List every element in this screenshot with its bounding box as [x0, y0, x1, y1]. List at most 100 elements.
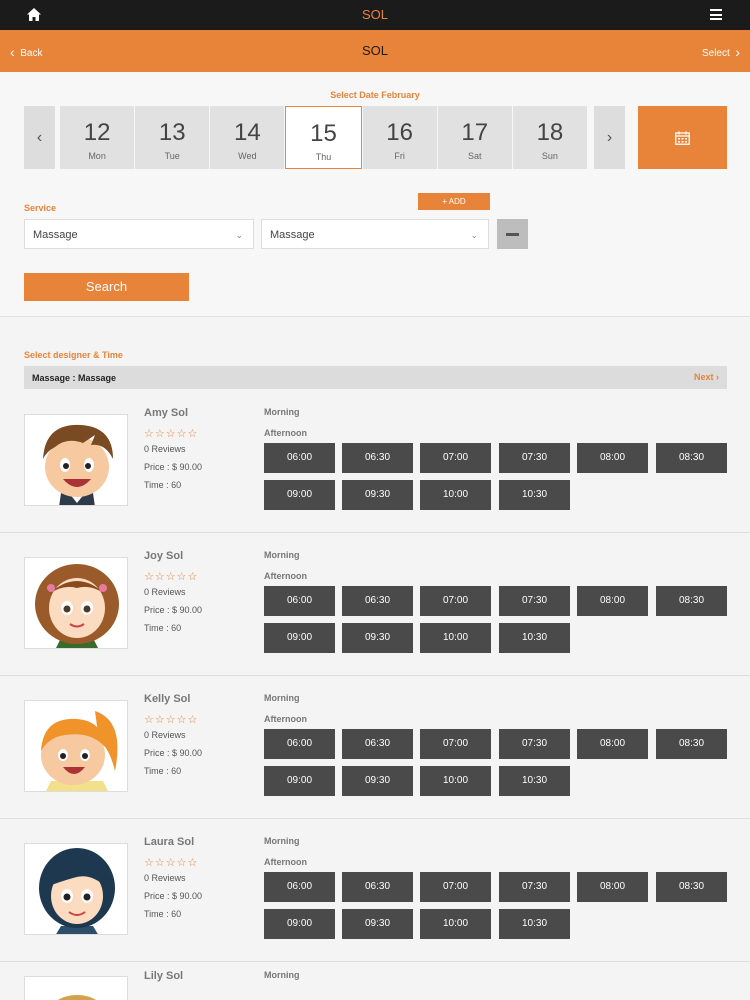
day-of-week: Mon: [88, 151, 106, 161]
time-slot-button[interactable]: 08:00: [577, 729, 648, 759]
search-button[interactable]: Search: [24, 273, 189, 301]
day-number: 12: [83, 119, 111, 146]
day-number: 15: [310, 120, 337, 147]
time-slot-button[interactable]: 06:00: [264, 729, 335, 759]
designer-avatar[interactable]: [24, 414, 128, 506]
day-of-week: Thu: [315, 152, 332, 162]
designer-list: Amy Sol ☆☆☆☆☆ 0 Reviews Price : $ 90.00 Time…: [0, 390, 750, 1000]
time-slot-button[interactable]: 10:00: [420, 480, 491, 510]
designer-avatar[interactable]: [24, 843, 128, 935]
select-date-label: Select Date February: [330, 90, 420, 100]
time-slot-button[interactable]: 08:00: [577, 443, 648, 473]
afternoon-label: Afternoon: [264, 571, 307, 581]
morning-label: Morning: [264, 693, 300, 703]
day-of-week: Fri: [394, 151, 405, 161]
day-fri[interactable]: 16 Fri: [362, 106, 437, 169]
time-slot-button[interactable]: 10:30: [499, 623, 570, 653]
service-bar-title: Massage : Massage: [32, 373, 117, 383]
designer-duration: Time : 60: [144, 909, 182, 919]
time-slot-button[interactable]: 10:30: [499, 480, 570, 510]
review-count: 0 Reviews: [144, 444, 186, 454]
booking-panel: Select Date February ‹ 12 Mon 13 Tue 14 Wed 15…: [0, 72, 750, 317]
time-slot-button[interactable]: 10:30: [499, 766, 570, 796]
time-slot-button[interactable]: 07:00: [420, 586, 491, 616]
time-slot-button[interactable]: 08:00: [577, 872, 648, 902]
designer-section-label: Select designer & Time: [24, 350, 123, 360]
designer-price: Price : $ 90.00: [144, 748, 203, 758]
time-slot-button[interactable]: 06:30: [342, 729, 413, 759]
time-slot-button[interactable]: 06:30: [342, 872, 413, 902]
time-slot-button[interactable]: 07:30: [499, 872, 570, 902]
review-count: 0 Reviews: [144, 730, 186, 740]
select-button[interactable]: Select ›: [702, 44, 740, 60]
time-slot-button[interactable]: 09:30: [342, 623, 413, 653]
designer-name[interactable]: Laura Sol: [144, 836, 194, 848]
next-week-button[interactable]: ›: [594, 106, 625, 169]
service-select-2[interactable]: Massage ⌄: [261, 219, 489, 249]
time-slot-button[interactable]: 07:30: [499, 443, 570, 473]
time-slot-button[interactable]: 08:00: [577, 586, 648, 616]
service-select-1[interactable]: Massage ⌄: [24, 219, 254, 249]
time-slot-button[interactable]: 09:30: [342, 909, 413, 939]
calendar-button[interactable]: [638, 106, 727, 169]
designer-name[interactable]: Lily Sol: [144, 970, 183, 982]
time-slot-button[interactable]: 08:30: [656, 729, 727, 759]
designer-duration: Time : 60: [144, 480, 182, 490]
remove-service-button[interactable]: [497, 219, 528, 249]
designer-card: Lily Sol Morning: [0, 962, 750, 1000]
designer-card: Amy Sol ☆☆☆☆☆ 0 Reviews Price : $ 90.00 Time…: [0, 390, 750, 533]
time-slot-button[interactable]: 06:30: [342, 443, 413, 473]
time-slot-button[interactable]: 06:00: [264, 443, 335, 473]
time-slot-button[interactable]: 09:00: [264, 480, 335, 510]
prev-week-button[interactable]: ‹: [24, 106, 55, 169]
time-slot-button[interactable]: 07:30: [499, 729, 570, 759]
next-button[interactable]: Next ›: [694, 372, 719, 382]
rating-stars-icon: ☆☆☆☆☆: [144, 428, 199, 440]
day-mon[interactable]: 12 Mon: [60, 106, 135, 169]
time-slot-button[interactable]: 10:00: [420, 766, 491, 796]
time-slot-button[interactable]: 08:30: [656, 586, 727, 616]
time-slot-button[interactable]: 10:00: [420, 623, 491, 653]
designer-duration: Time : 60: [144, 623, 182, 633]
time-slot-button[interactable]: 09:00: [264, 766, 335, 796]
day-strip: 12 Mon 13 Tue 14 Wed 15 Thu 16 Fri 17 Sat 18 Sun: [60, 106, 588, 169]
day-sat[interactable]: 17 Sat: [437, 106, 512, 169]
hamburger-menu-icon[interactable]: [710, 9, 722, 20]
time-slot-button[interactable]: 07:00: [420, 872, 491, 902]
time-slot-button[interactable]: 09:00: [264, 909, 335, 939]
time-slot-button[interactable]: 08:30: [656, 443, 727, 473]
add-service-button[interactable]: + ADD: [418, 193, 490, 210]
chevron-down-icon: ⌄: [235, 230, 243, 240]
day-wed[interactable]: 14 Wed: [210, 106, 285, 169]
designer-price: Price : $ 90.00: [144, 462, 203, 472]
time-slot-button[interactable]: 08:30: [656, 872, 727, 902]
time-slot-button[interactable]: 10:00: [420, 909, 491, 939]
designer-avatar[interactable]: [24, 976, 128, 1000]
designer-card: Joy Sol ☆☆☆☆☆ 0 Reviews Price : $ 90.00 Time…: [0, 533, 750, 676]
time-slot-button[interactable]: 07:30: [499, 586, 570, 616]
top-bar: SOL: [0, 0, 750, 30]
morning-label: Morning: [264, 407, 300, 417]
designer-name[interactable]: Kelly Sol: [144, 693, 190, 705]
time-slot-button[interactable]: 10:30: [499, 909, 570, 939]
time-slot-button[interactable]: 09:30: [342, 766, 413, 796]
designer-avatar[interactable]: [24, 557, 128, 649]
time-slot-button[interactable]: 06:30: [342, 586, 413, 616]
afternoon-label: Afternoon: [264, 857, 307, 867]
day-tue[interactable]: 13 Tue: [135, 106, 210, 169]
time-slot-button[interactable]: 06:00: [264, 586, 335, 616]
time-slot-button[interactable]: 09:00: [264, 623, 335, 653]
designer-avatar[interactable]: [24, 700, 128, 792]
time-slot-button[interactable]: 06:00: [264, 872, 335, 902]
day-thu[interactable]: 15 Thu: [285, 106, 362, 169]
time-slot-button[interactable]: 07:00: [420, 443, 491, 473]
morning-label: Morning: [264, 550, 300, 560]
review-count: 0 Reviews: [144, 873, 186, 883]
designer-price: Price : $ 90.00: [144, 891, 203, 901]
designer-name[interactable]: Joy Sol: [144, 550, 183, 562]
day-sun[interactable]: 18 Sun: [512, 106, 587, 169]
designer-name[interactable]: Amy Sol: [144, 407, 188, 419]
time-slot-button[interactable]: 09:30: [342, 480, 413, 510]
time-slot-button[interactable]: 07:00: [420, 729, 491, 759]
designer-card: Laura Sol ☆☆☆☆☆ 0 Reviews Price : $ 90.00 Ti…: [0, 819, 750, 962]
